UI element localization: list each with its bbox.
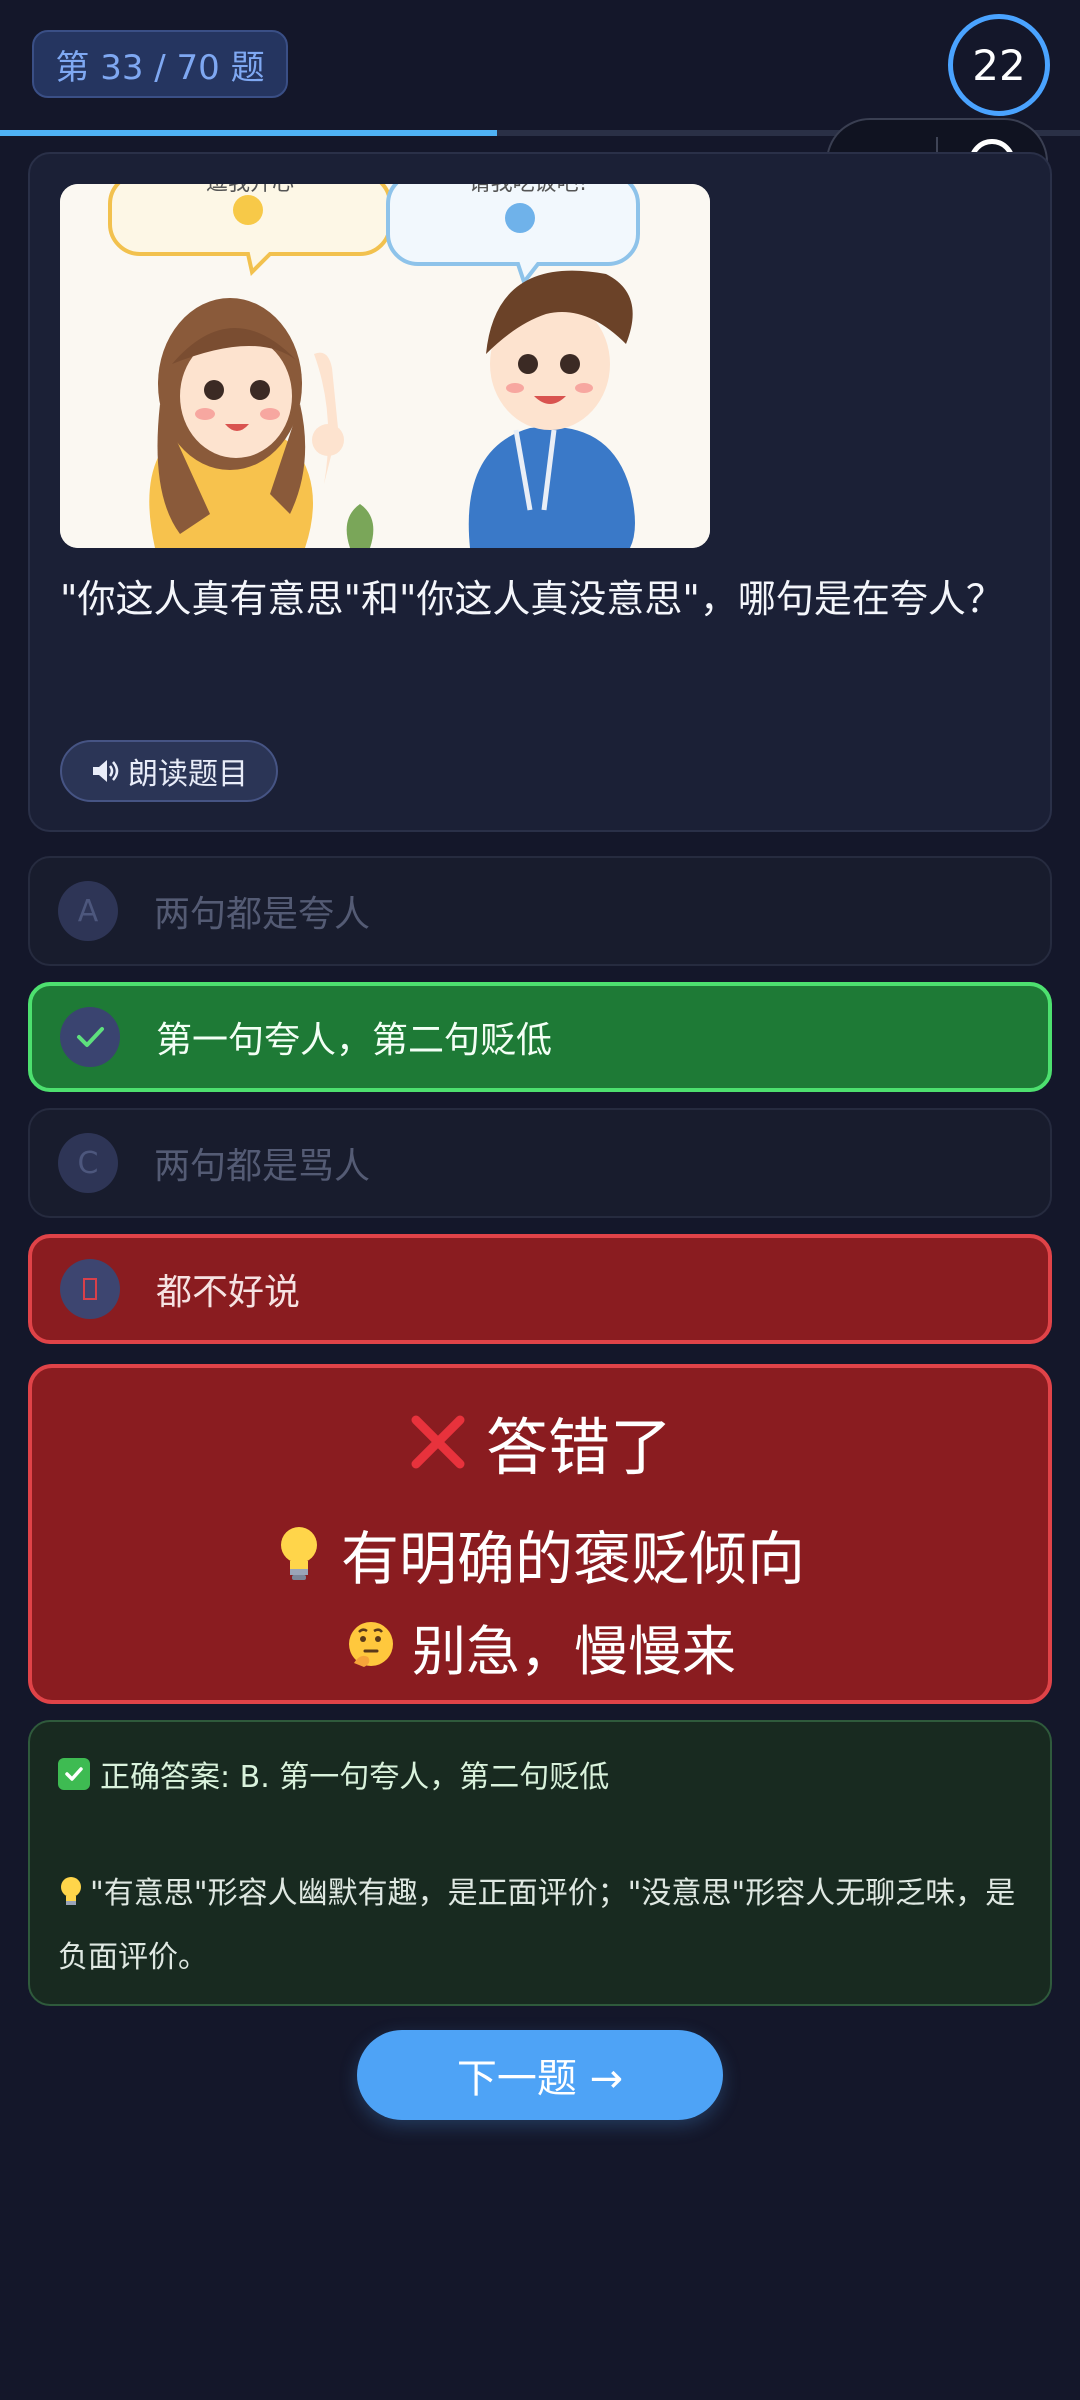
happy-emoji (505, 203, 535, 233)
option-check-badge (60, 1007, 120, 1067)
correct-answer-row: 正确答案: B. 第一句夸人，第二句贬低 (58, 1752, 609, 1796)
option-c[interactable]: C 两句都是骂人 (28, 1108, 1052, 1218)
option-b[interactable]: 第一句夸人，第二句贬低 (28, 982, 1052, 1092)
question-illustration: 逗我开心 请我吃饭吧! (60, 184, 710, 548)
explanation-card: 正确答案: B. 第一句夸人，第二句贬低 "有意思"形容人幽默有趣，是正面评价；… (28, 1720, 1052, 2006)
feedback-card: 答错了 有明确的褒贬倾向 别急，慢慢来 (28, 1364, 1052, 1704)
smile-emoji (233, 195, 263, 225)
lightbulb-icon (280, 1527, 317, 1580)
feedback-hint-row: 有明确的褒贬倾向 (32, 1506, 1048, 1602)
speaker-icon (93, 760, 119, 782)
read-question-label: 朗读题目 (128, 757, 248, 792)
option-letter-badge: C (58, 1133, 118, 1193)
bubble-left-text: 逗我开心 (206, 184, 294, 196)
question-card: 逗我开心 请我吃饭吧! (28, 152, 1052, 832)
next-question-label: 下一题 → (456, 2056, 624, 2102)
correct-answer-text: 正确答案: B. 第一句夸人，第二句贬低 (100, 1760, 610, 1795)
option-label: 两句都是夸人 (154, 894, 371, 935)
option-label: 第一句夸人，第二句贬低 (156, 1020, 553, 1061)
feedback-title-row: 答错了 (32, 1392, 1048, 1492)
bubble-right-text: 请我吃饭吧! (469, 184, 588, 196)
option-letter-badge: A (58, 881, 118, 941)
next-question-button[interactable]: 下一题 → (357, 2030, 723, 2120)
option-d[interactable]: 都不好说 (28, 1234, 1052, 1344)
lightbulb-icon (61, 1877, 81, 1905)
check-box-icon (58, 1758, 90, 1790)
read-question-button[interactable]: 朗读题目 (60, 740, 278, 802)
check-icon (77, 1027, 104, 1047)
two-kids-talking-illustration: 逗我开心 请我吃饭吧! (60, 184, 710, 548)
explanation-text: "有意思"形容人幽默有趣，是正面评价；"没意思"形容人无聊乏味，是负面评价。 (58, 1862, 1028, 1990)
feedback-encourage: 别急，慢慢来 (412, 1619, 736, 1683)
question-counter: 第 33 / 70 题 (32, 30, 288, 98)
explanation-detail: "有意思"形容人幽默有趣，是正面评价；"没意思"形容人无聊乏味，是负面评价。 (58, 1876, 1016, 1975)
missing-glyph-icon (83, 1278, 97, 1300)
option-label: 都不好说 (156, 1272, 301, 1313)
option-wrong-badge (60, 1259, 120, 1319)
feedback-hint: 有明确的褒贬倾向 (340, 1525, 805, 1593)
option-a[interactable]: A 两句都是夸人 (28, 856, 1052, 966)
countdown-timer: 22 (948, 14, 1050, 116)
thinking-face-icon (349, 1622, 393, 1667)
cross-icon (411, 1415, 465, 1469)
feedback-title: 答错了 (485, 1411, 672, 1484)
question-text: "你这人真有意思"和"你这人真没意思"，哪句是在夸人？ (60, 577, 1004, 621)
progress-fill (0, 130, 497, 136)
option-label: 两句都是骂人 (154, 1146, 371, 1187)
feedback-encourage-row: 别急，慢慢来 (32, 1604, 1048, 1688)
